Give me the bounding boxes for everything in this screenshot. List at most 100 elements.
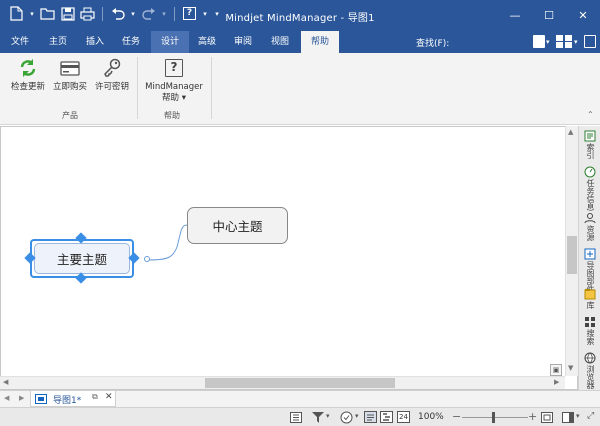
vertical-scroll-thumb[interactable] xyxy=(567,236,577,274)
horizontal-scroll-thumb[interactable] xyxy=(205,378,395,388)
minimize-button[interactable]: — xyxy=(498,0,532,31)
side-item-label: 库 xyxy=(586,301,595,309)
side-item-label: 资源 xyxy=(586,225,595,241)
mindmanager-help-sublabel: 帮助 ▾ xyxy=(162,93,186,103)
document-tab-label: 导图1* xyxy=(53,396,82,406)
license-key-label: 许可密钥 xyxy=(94,82,129,92)
tab-view[interactable]: 视图 xyxy=(262,31,298,53)
group-label-help: 帮助 xyxy=(164,111,180,120)
help-icon: ? xyxy=(163,57,185,79)
fit-map-icon[interactable] xyxy=(541,412,553,423)
main-topic[interactable]: 主要主题 xyxy=(34,243,130,274)
layout-icon[interactable] xyxy=(556,35,572,48)
scroll-left-icon[interactable]: ◀ xyxy=(3,378,8,386)
zoom-level: 100% xyxy=(418,412,444,422)
buy-now-button[interactable]: 立即购买 xyxy=(50,57,90,93)
restore-button[interactable]: ☐ xyxy=(532,0,566,31)
collapse-ribbon-icon[interactable]: ⌃ xyxy=(587,110,594,119)
ribbon: 检查更新 立即购买 许可密钥 产品 ? MindManager 帮助 ▾ 帮助 … xyxy=(0,53,600,125)
map-canvas[interactable]: 中心主题 主要主题 ▣ xyxy=(0,126,578,390)
window-controls: — ☐ ✕ xyxy=(498,0,600,31)
map-view-icon[interactable] xyxy=(290,412,302,423)
side-item-resource[interactable]: 资源 xyxy=(581,212,599,241)
index-icon xyxy=(584,130,596,142)
side-item-label: 索引 xyxy=(586,143,595,159)
tab-insert[interactable]: 插入 xyxy=(78,31,112,53)
license-key-button[interactable]: 许可密钥 xyxy=(92,57,132,93)
search-dropdown-icon[interactable]: ▾ xyxy=(546,38,550,46)
side-item-library[interactable]: 库 xyxy=(581,288,599,309)
vertical-scrollbar[interactable]: ▲ ▼ xyxy=(565,126,578,376)
side-item-search[interactable]: 搜索 xyxy=(581,316,599,345)
tab-file[interactable]: 文件 xyxy=(3,31,37,53)
fullscreen-icon[interactable]: ⤢ xyxy=(587,411,594,421)
browser-icon xyxy=(584,352,596,364)
scroll-up-icon[interactable]: ▲ xyxy=(568,128,573,136)
side-item-task-info[interactable]: 任务信息 xyxy=(581,166,599,211)
zoom-slider-track[interactable] xyxy=(462,417,528,418)
tab-scroll-right-icon[interactable]: ▶ xyxy=(19,394,24,402)
ribbon-options-icon[interactable] xyxy=(584,35,596,48)
group-label-product: 产品 xyxy=(62,111,78,120)
side-item-map-parts[interactable]: 导图部件 xyxy=(581,248,599,293)
check-update-button[interactable]: 检查更新 xyxy=(8,57,48,93)
refresh-icon xyxy=(17,57,39,79)
tab-scroll-left-icon[interactable]: ◀ xyxy=(4,394,9,402)
tab-advanced[interactable]: 高级 xyxy=(190,31,224,53)
connection-point[interactable] xyxy=(144,256,150,262)
central-topic[interactable]: 中心主题 xyxy=(187,207,288,244)
scroll-right-icon[interactable]: ▶ xyxy=(554,378,559,386)
map-document-icon xyxy=(35,394,47,404)
panel-toggle-dropdown-icon[interactable]: ▾ xyxy=(576,412,580,420)
gantt-view-icon[interactable] xyxy=(380,411,393,423)
library-icon xyxy=(584,289,596,300)
task-status-icon[interactable] xyxy=(340,411,353,424)
tab-design[interactable]: 设计 xyxy=(151,31,189,53)
search-box-icon[interactable] xyxy=(533,35,545,48)
zoom-out-button[interactable]: − xyxy=(452,410,461,423)
close-button[interactable]: ✕ xyxy=(566,0,600,31)
side-item-label: 任务信息 xyxy=(586,179,595,211)
side-item-browser[interactable]: 浏览器 xyxy=(581,352,599,389)
status-bar: ▾ ▾ 24 100% − + ▾ ⤢ xyxy=(0,407,600,426)
group-separator xyxy=(137,57,138,119)
zoom-in-button[interactable]: + xyxy=(528,410,537,423)
title-bar: ▾ ▾ ▾ ? ▾ ▾ Mindjet MindManager - 导图1 — … xyxy=(0,0,600,31)
calendar-icon[interactable]: 24 xyxy=(397,411,410,423)
group-separator xyxy=(211,57,212,119)
task-info-icon xyxy=(584,166,596,178)
pin-tab-icon[interactable]: ⧉ xyxy=(92,392,98,402)
task-status-dropdown-icon[interactable]: ▾ xyxy=(355,412,359,420)
tab-task[interactable]: 任务 xyxy=(114,31,148,53)
credit-card-icon xyxy=(59,57,81,79)
find-label: 查找(F): xyxy=(416,39,450,49)
side-task-panel: 索引 任务信息 资源 导图部件 库 搜索 浏览器 xyxy=(578,126,600,390)
zoom-slider-thumb[interactable] xyxy=(492,412,495,423)
search-icon xyxy=(585,317,595,327)
filter-icon[interactable] xyxy=(312,412,324,423)
map-overview-icon[interactable]: ▣ xyxy=(550,364,562,376)
map-parts-icon xyxy=(584,248,596,260)
side-item-label: 搜索 xyxy=(586,329,595,345)
mindmanager-help-label: MindManager xyxy=(145,82,203,92)
side-item-index[interactable]: 索引 xyxy=(581,130,599,159)
scroll-down-icon[interactable]: ▼ xyxy=(568,364,573,372)
buy-now-label: 立即购买 xyxy=(52,82,87,92)
ribbon-tab-bar: 文件 主页 插入 任务 设计 高级 审阅 视图 帮助 查找(F): ▾ ▾ xyxy=(0,31,600,53)
resource-icon xyxy=(584,213,596,224)
horizontal-scrollbar[interactable]: ◀ ▶ xyxy=(0,376,565,389)
panel-toggle-icon[interactable] xyxy=(562,412,574,423)
tab-help[interactable]: 帮助 xyxy=(301,31,339,53)
document-tab[interactable]: 导图1* ⧉ ✕ xyxy=(30,391,116,407)
key-icon xyxy=(101,57,123,79)
tab-home[interactable]: 主页 xyxy=(40,31,76,53)
mindmanager-help-button[interactable]: ? MindManager 帮助 ▾ xyxy=(141,57,207,104)
filter-dropdown-icon[interactable]: ▾ xyxy=(326,412,330,420)
side-item-label: 浏览器 xyxy=(586,365,595,389)
close-tab-icon[interactable]: ✕ xyxy=(105,392,113,402)
check-update-label: 检查更新 xyxy=(10,82,45,92)
outline-view-icon[interactable] xyxy=(364,411,377,423)
layout-dropdown-icon[interactable]: ▾ xyxy=(574,38,578,46)
document-tab-bar: ◀ ▶ 导图1* ⧉ ✕ xyxy=(0,390,600,407)
tab-review[interactable]: 审阅 xyxy=(226,31,260,53)
